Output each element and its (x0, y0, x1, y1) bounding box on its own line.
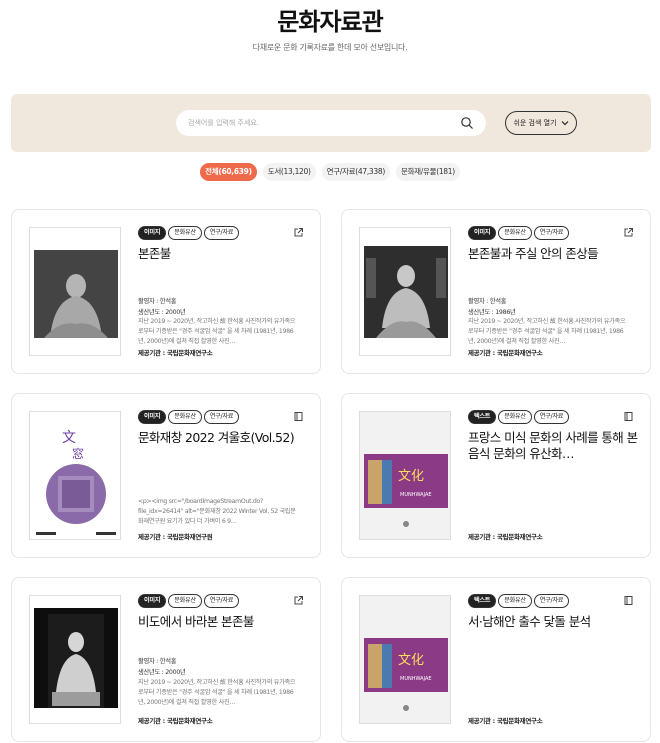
external-link-icon[interactable] (293, 595, 304, 606)
production-year: 생산년도 : 2000년 (138, 669, 186, 676)
card-title[interactable]: 서·남해안 출수 닻돌 분석 (468, 614, 640, 630)
tab-research[interactable]: 연구/자료(47,338) (321, 163, 390, 181)
tab-heritage[interactable]: 문화재/유물(181) (395, 163, 460, 181)
thumbnail-image (29, 595, 121, 724)
type-badge: 이미지 (138, 226, 167, 240)
provider: 제공기관 : 국립문화재연구소 (468, 717, 543, 725)
svg-text:文化: 文化 (398, 653, 424, 668)
svg-text:MUNHWAJAE: MUNHWAJAE (400, 676, 432, 682)
category-badge: 연구/자료 (203, 226, 240, 240)
card-description: 지난 2019 ~ 2020년, 작고하신 故 한석홍 사진작가의 유가족으로부… (468, 318, 626, 345)
thumbnail-image: 文化 MUNHWAJAE (359, 411, 451, 540)
provider: 제공기관 : 국립문화재연구소 (138, 349, 213, 357)
category-badge: 문화유산 (498, 226, 532, 240)
result-card[interactable]: 이미지 문화유산 연구/자료 비도에서 바라본 본존불 촬영자 : 한석홍 생산… (11, 577, 321, 742)
result-card[interactable]: 文化 MUNHWAJAE 텍스트 문화유산 연구/자료 서·남해안 출수 닻돌 … (341, 577, 651, 742)
production-year: 생산년도 : 1986년 (468, 309, 516, 316)
category-badge: 연구/자료 (533, 410, 570, 424)
thumbnail-image: 文 窓 (29, 411, 121, 540)
tab-books[interactable]: 도서(13,120) (262, 163, 316, 181)
search-box (176, 110, 486, 136)
book-icon[interactable] (623, 411, 634, 422)
svg-text:MUNHWAJAE: MUNHWAJAE (400, 492, 432, 498)
type-badge: 이미지 (138, 594, 167, 608)
card-badges: 이미지 문화유산 연구/자료 (468, 226, 638, 240)
card-description: 지난 2019 ~ 2020년, 작고하신 故 한석홍 사진작가의 유가족으로부… (138, 318, 296, 345)
category-badge: 문화유산 (168, 410, 202, 424)
card-badges: 텍스트 문화유산 연구/자료 (468, 410, 638, 424)
thumbnail-image (359, 227, 451, 356)
card-badges: 이미지 문화유산 연구/자료 (138, 226, 308, 240)
card-title[interactable]: 본존불 (138, 246, 310, 262)
type-badge: 텍스트 (468, 594, 497, 608)
production-year: 생산년도 : 2000년 (138, 309, 186, 316)
svg-text:文: 文 (62, 430, 76, 446)
external-link-icon[interactable] (293, 227, 304, 238)
category-badge: 문화유산 (168, 594, 202, 608)
result-card[interactable]: 이미지 문화유산 연구/자료 본존불과 주실 안의 존상들 촬영자 : 한석홍 … (341, 209, 651, 374)
result-card[interactable]: 文化 MUNHWAJAE 텍스트 문화유산 연구/자료 프랑스 미식 문화의 사… (341, 393, 651, 558)
thumbnail-image: 文化 MUNHWAJAE (359, 595, 451, 724)
chevron-down-icon (561, 121, 568, 126)
card-description: <p><img src="/boardImageStreamOut.do?fil… (138, 498, 296, 525)
card-title[interactable]: 프랑스 미식 문화의 사례를 통해 본 음식 문화의 유산화… (468, 430, 640, 462)
card-badges: 이미지 문화유산 연구/자료 (138, 410, 308, 424)
photographer: 촬영자 : 한석홍 (138, 658, 177, 665)
provider: 제공기관 : 국립문화재연구원 (138, 533, 213, 541)
provider: 제공기관 : 국립문화재연구소 (468, 349, 543, 357)
provider: 제공기관 : 국립문화재연구소 (468, 533, 543, 541)
card-badges: 이미지 문화유산 연구/자료 (138, 594, 308, 608)
svg-text:文化: 文化 (398, 469, 424, 484)
category-badge: 문화유산 (498, 594, 532, 608)
type-badge: 이미지 (468, 226, 497, 240)
card-badges: 텍스트 문화유산 연구/자료 (468, 594, 638, 608)
category-badge: 연구/자료 (203, 594, 240, 608)
card-description: 지난 2019 ~ 2020년, 작고하신 故 한석홍 사진작가의 유가족으로부… (138, 679, 296, 706)
type-badge: 이미지 (138, 410, 167, 424)
advanced-search-button[interactable]: 쉬운 검색 열기 (505, 111, 577, 135)
photographer: 촬영자 : 한석홍 (468, 298, 507, 305)
category-badge: 문화유산 (168, 226, 202, 240)
book-icon[interactable] (293, 411, 304, 422)
search-input[interactable] (188, 115, 448, 131)
category-tabs: 전체(60,639) 도서(13,120) 연구/자료(47,338) 문화재/… (0, 163, 660, 181)
svg-text:窓: 窓 (72, 446, 84, 461)
category-badge: 연구/자료 (533, 226, 570, 240)
category-badge: 연구/자료 (203, 410, 240, 424)
category-badge: 문화유산 (498, 410, 532, 424)
search-icon[interactable] (460, 116, 474, 130)
thumbnail-image (29, 227, 121, 356)
photographer: 촬영자 : 한석홍 (138, 298, 177, 305)
external-link-icon[interactable] (623, 227, 634, 238)
card-title[interactable]: 본존불과 주실 안의 존상들 (468, 246, 640, 262)
tab-all[interactable]: 전체(60,639) (200, 163, 257, 181)
page-title: 문화자료관 (277, 8, 383, 36)
result-card[interactable]: 文 窓 이미지 문화유산 연구/자료 문화재창 2022 겨울호(Vol.52)… (11, 393, 321, 558)
search-panel: 쉬운 검색 열기 (11, 94, 651, 152)
provider: 제공기관 : 국립문화재연구소 (138, 717, 213, 725)
type-badge: 텍스트 (468, 410, 497, 424)
card-title[interactable]: 비도에서 바라본 본존불 (138, 614, 310, 630)
page-subtitle: 다채로운 문화 기록자료를 한데 모아 선보입니다. (252, 43, 408, 52)
category-badge: 연구/자료 (533, 594, 570, 608)
book-icon[interactable] (623, 595, 634, 606)
result-card[interactable]: 이미지 문화유산 연구/자료 본존불 촬영자 : 한석홍 생산년도 : 2000… (11, 209, 321, 374)
advanced-search-label: 쉬운 검색 열기 (513, 119, 557, 127)
card-title[interactable]: 문화재창 2022 겨울호(Vol.52) (138, 430, 310, 446)
